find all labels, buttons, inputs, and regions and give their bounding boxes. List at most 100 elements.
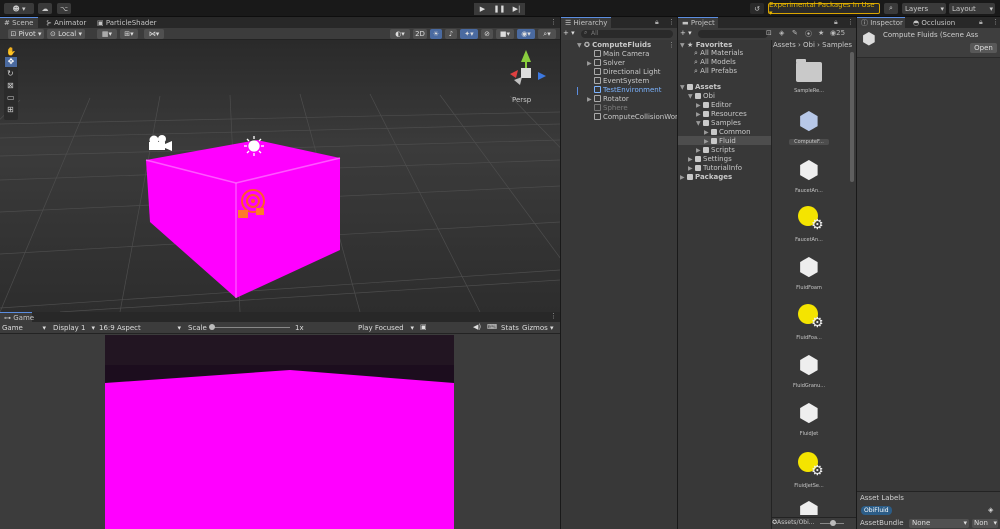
search-by-label-icon[interactable]: ◈ [779, 29, 784, 37]
render-mode-button[interactable]: ⋈▾ [144, 29, 164, 39]
camera-settings-button[interactable]: ■▾ [496, 29, 514, 39]
open-button[interactable]: Open [970, 43, 997, 53]
tab-inspector[interactable]: ⓘ Inspector [857, 17, 905, 28]
pause-button[interactable]: ❚❚ [491, 3, 508, 15]
grid-snap-button[interactable]: ▦▾ [97, 29, 117, 39]
folder-row[interactable]: ▶ Settings [688, 155, 732, 164]
kebab-menu-icon[interactable]: ⋮ [668, 18, 675, 26]
scale-slider-track[interactable] [210, 327, 290, 328]
asset-tile[interactable]: ⬢ FluidJet [778, 399, 840, 443]
scene-search-button[interactable]: ⌕▾ [538, 29, 556, 39]
draw-mode-button[interactable]: ◐▾ [390, 29, 410, 39]
local-dropdown[interactable]: ⊙ Local ▾ [47, 29, 85, 39]
game-view-dropdown[interactable]: Game ▾ [2, 323, 48, 333]
lock-icon[interactable]: 🔒︎ [655, 18, 659, 27]
asset-tile[interactable]: ⬢ FaucetAn... [778, 156, 840, 200]
asset-tile[interactable]: ⚙ FaucetAn... [778, 204, 840, 248]
asset-tile[interactable]: ⚙ FluidJetSe... [778, 450, 840, 494]
list-item[interactable]: Directional Light [587, 68, 661, 77]
save-search-icon[interactable]: ✎ [792, 29, 798, 37]
scale-slider-handle[interactable] [209, 324, 215, 330]
android-icon[interactable]: ▣ [420, 323, 427, 331]
kebab-menu-icon[interactable]: ⋮ [550, 18, 557, 26]
favorite-star-icon[interactable]: ★ [818, 29, 824, 37]
hierarchy-search-input[interactable]: All [581, 30, 673, 38]
tab-occlusion[interactable]: ◓ Occlusion [909, 17, 959, 28]
folder-row[interactable]: ▶ TutorialInfo [688, 164, 742, 173]
directional-light-gizmo-icon[interactable] [244, 136, 264, 156]
account-button[interactable]: ☻ ▾ [4, 3, 34, 14]
kebab-menu-icon[interactable]: ⋮ [992, 18, 999, 26]
hidden-objects-toggle[interactable]: ⊘ [481, 29, 493, 39]
pivot-dropdown[interactable]: ⊡ Pivot ▾ [8, 29, 44, 39]
search-by-type-icon[interactable]: ⊡ [766, 29, 772, 37]
lock-icon[interactable]: 🔒︎ [834, 18, 838, 27]
tab-animator[interactable]: ⊱ Animator [42, 17, 90, 28]
gizmos-toggle[interactable]: ◉▾ [517, 29, 535, 39]
collab-button[interactable]: ⌥ [57, 3, 71, 14]
list-item[interactable]: TestEnvironment [587, 86, 661, 95]
asset-variant-dropdown[interactable]: Non ▾ [972, 519, 998, 528]
kebab-menu-icon[interactable]: ⋮ [847, 18, 854, 26]
aspect-dropdown[interactable]: 16:9 Aspect ▾ [99, 323, 183, 333]
list-item[interactable]: ▶ Rotator [587, 95, 629, 104]
create-dropdown[interactable]: + ▾ [563, 29, 575, 37]
game-viewport[interactable] [105, 335, 454, 529]
folder-row[interactable]: ▼ Samples [696, 119, 741, 128]
folder-row[interactable]: ▶ Resources [696, 110, 747, 119]
cloud-button[interactable]: ☁ [38, 3, 52, 14]
tab-project[interactable]: ▬ Project [678, 17, 718, 28]
scale-tool-icon[interactable]: ⊠ [7, 81, 14, 90]
hand-tool-icon[interactable]: ✋ [6, 47, 16, 56]
perspective-label[interactable]: Persp [512, 96, 532, 104]
asset-tile[interactable]: SampleRe... [778, 59, 840, 100]
tag-icon[interactable]: ◈ [988, 506, 993, 514]
experimental-packages-button[interactable]: Experimental Packages In Use ▾ [768, 1, 880, 17]
splitter[interactable] [771, 40, 772, 529]
folder-row[interactable]: ▶ Scripts [696, 146, 735, 155]
scrollbar[interactable] [850, 52, 854, 182]
list-item[interactable]: EventSystem [587, 77, 649, 86]
mute-audio-icon[interactable]: ◀) [473, 323, 481, 331]
search-button[interactable]: ⌕ [884, 3, 898, 14]
asset-label-tag[interactable]: ObiFluid [861, 506, 892, 515]
asset-tile[interactable]: ⬢ FluidFoam [778, 253, 840, 297]
list-item[interactable]: Sphere [587, 104, 628, 113]
move-tool-icon[interactable]: ✥ [5, 57, 17, 67]
step-button[interactable]: ▶| [508, 3, 525, 15]
folder-row[interactable]: ▼ Obi [688, 92, 715, 101]
project-search-input[interactable] [698, 30, 768, 38]
tab-game[interactable]: ⊶ Game [0, 312, 34, 322]
kebab-menu-icon[interactable]: ⋮ [668, 41, 675, 49]
snap-increment-button[interactable]: ⊞▾ [120, 29, 138, 39]
favorite-item[interactable]: ⌕ All Models [694, 58, 736, 67]
list-item[interactable]: Main Camera [587, 50, 649, 59]
play-focused-dropdown[interactable]: Play Focused ▾ [358, 323, 414, 333]
scene-viewport[interactable]: Persp ✋ ✥ ↻ ⊠ ▭ ⊞ [0, 40, 560, 312]
list-item[interactable]: ▶ Solver [587, 59, 625, 68]
tab-scene[interactable]: # Scene [0, 17, 38, 28]
rect-tool-icon[interactable]: ▭ [7, 93, 15, 102]
icon-size-slider-handle[interactable] [830, 520, 836, 526]
audio-toggle[interactable]: ♪ [445, 29, 457, 39]
gizmos-dropdown[interactable]: Gizmos ▾ [522, 323, 558, 333]
favorite-item[interactable]: ⌕ All Prefabs [694, 67, 737, 76]
hidden-packages-icon[interactable]: ⦿ [805, 29, 812, 39]
asset-tile[interactable]: ⬢ ComputeF... [778, 107, 840, 151]
toggle-2d-button[interactable]: 2D [413, 29, 427, 39]
effects-toggle[interactable]: ✦▾ [460, 29, 478, 39]
folder-row[interactable]: ▶ Fluid [704, 137, 736, 146]
asset-tile[interactable]: ⬢ [778, 497, 840, 515]
lock-icon[interactable]: 🔒︎ [979, 18, 983, 27]
kebab-menu-icon[interactable]: ⋮ [550, 312, 557, 320]
asset-tile[interactable]: ⚙ FluidFoa... [778, 302, 840, 346]
play-button[interactable]: ▶ [474, 3, 491, 15]
asset-bundle-dropdown[interactable]: None ▾ [909, 519, 969, 528]
folder-row[interactable]: ▼ Assets [680, 83, 721, 92]
keyboard-icon[interactable]: ⌨ [487, 323, 497, 331]
list-item[interactable]: ComputeCollisionWorld [587, 113, 677, 122]
folder-row[interactable]: ▶ Packages [680, 173, 732, 182]
tab-particle-shader[interactable]: ▣ ParticleShader [93, 17, 161, 28]
undo-history-button[interactable]: ↺ [750, 3, 764, 14]
folder-row[interactable]: ▶ Editor [696, 101, 732, 110]
